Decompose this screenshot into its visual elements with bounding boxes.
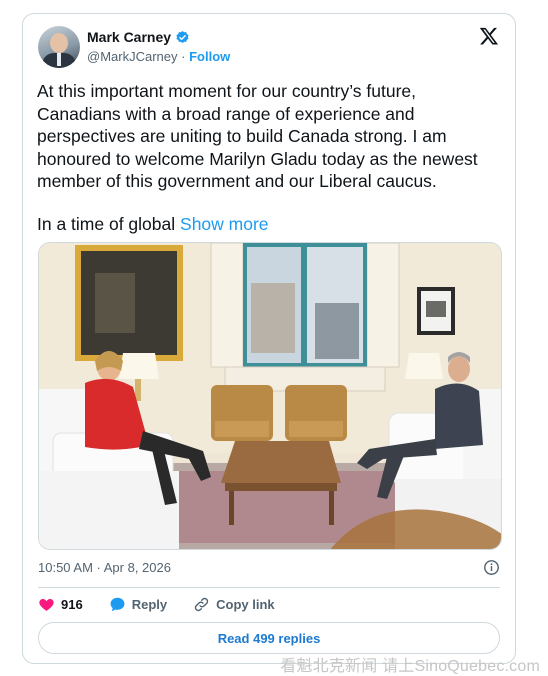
like-count: 916 bbox=[61, 597, 83, 612]
author-name[interactable]: Mark Carney bbox=[87, 29, 171, 45]
watermark: 看魁北克新闻 请上SinoQuebec.com bbox=[280, 658, 540, 675]
divider bbox=[38, 587, 500, 588]
reply-bubble-icon bbox=[110, 597, 125, 612]
info-icon[interactable] bbox=[483, 559, 500, 576]
copy-link-button[interactable]: Copy link bbox=[193, 596, 275, 613]
copy-link-label: Copy link bbox=[216, 597, 275, 612]
link-icon bbox=[194, 597, 209, 612]
reply-button[interactable]: Reply bbox=[109, 596, 167, 613]
tweet-paragraph-2: In a time of global Show more bbox=[37, 213, 503, 236]
read-replies-button[interactable]: Read 499 replies bbox=[38, 622, 500, 654]
tweet-photo-image bbox=[39, 243, 501, 549]
reply-label: Reply bbox=[131, 597, 168, 612]
tweet-photo[interactable] bbox=[38, 242, 502, 550]
tweet-card: Mark Carney @MarkJCarney · Follow At thi… bbox=[22, 13, 516, 664]
show-more-link[interactable]: Show more bbox=[180, 214, 269, 234]
action-bar: 916 Reply Copy link bbox=[38, 596, 301, 613]
verified-badge-icon bbox=[176, 30, 189, 43]
x-logo-icon[interactable] bbox=[479, 26, 499, 46]
like-button[interactable]: 916 bbox=[38, 596, 83, 613]
tweet-paragraph-2-text: In a time of global bbox=[37, 213, 176, 234]
follow-button[interactable]: Follow bbox=[189, 49, 230, 64]
avatar[interactable] bbox=[38, 26, 80, 68]
heart-icon bbox=[39, 599, 54, 611]
author-handle-row: @MarkJCarney · Follow bbox=[87, 49, 230, 64]
tweet-paragraph-1: At this important moment for our country… bbox=[37, 81, 478, 191]
author-name-row: Mark Carney bbox=[87, 29, 190, 45]
author-handle[interactable]: @MarkJCarney bbox=[87, 49, 178, 64]
handle-separator: · bbox=[181, 49, 186, 64]
tweet-text: At this important moment for our country… bbox=[37, 80, 503, 235]
tweet-timestamp[interactable]: 10:50 AM · Apr 8, 2026 bbox=[38, 560, 171, 575]
